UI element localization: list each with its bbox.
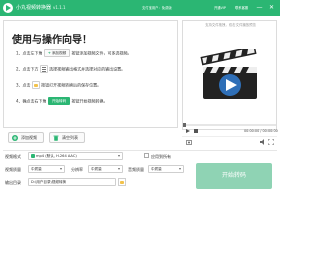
step-4-chip: 开始转码 [47, 97, 71, 105]
preview-panel[interactable]: 支持文件拖拽，双击文件播放预览 [182, 20, 277, 130]
resolution-value: 中质量 [91, 167, 102, 171]
step-1-chip: +添加视频 [43, 49, 71, 57]
format-icon [31, 154, 35, 158]
app-logo-icon [3, 3, 13, 13]
start-convert-button[interactable]: 开始转码 [196, 163, 272, 189]
step-4-lead: 4、确点击右下角 [16, 98, 47, 104]
step-1-lead: 1、点击左下角 [16, 50, 43, 56]
audio-value: 中质量 [151, 167, 162, 171]
output-path-field[interactable]: D:\用户目录\视频转换 [28, 178, 116, 186]
clapperboard-icon [200, 49, 257, 99]
step-4-desc: 按钮开始视频转换。 [71, 98, 108, 104]
contact-button[interactable]: 联系客服 [235, 5, 248, 10]
resolution-label: 分辨率 [71, 167, 83, 172]
playback-time: 00:00:00 / 00:00:00 [244, 129, 278, 133]
fullscreen-icon[interactable] [268, 139, 274, 145]
app-version: v1.1.1 [53, 5, 66, 10]
clear-list-label: 清空列表 [62, 135, 78, 140]
audio-select[interactable]: 中质量 [148, 165, 184, 173]
add-icon [12, 135, 18, 141]
add-video-button[interactable]: 添加视频 [8, 132, 44, 143]
vip-button[interactable]: 开通VIP [214, 5, 226, 10]
step-3-lead: 3、点击 [16, 82, 31, 88]
snapshot-icon[interactable] [186, 139, 192, 145]
chevron-down-icon [60, 168, 62, 170]
add-video-label: 添加视频 [21, 135, 37, 140]
app-title: 小丸视频转换器 v1.1.1 [16, 4, 66, 12]
format-menu-icon [39, 65, 48, 73]
audio-label: 音频质量 [128, 167, 144, 172]
format-value: mp4 (默认, H.264 AAC) [36, 154, 77, 158]
clear-list-button[interactable]: 清空列表 [49, 132, 85, 143]
step-1-chip-label: 添加视频 [51, 51, 67, 55]
step-2-desc: 选择视频输出格式并选择对应的输出设置。 [49, 66, 126, 72]
guide-step-1: 1、点击左下角 +添加视频 按钮添加视频文件，可多选视频。 [16, 48, 132, 57]
open-folder-button[interactable] [118, 178, 126, 186]
preview-toolbar [182, 136, 277, 146]
guide-panel: 使用与操作向导！ 1、点击左下角 +添加视频 按钮添加视频文件，可多选视频。 2… [3, 20, 178, 128]
account-info: 支付宝用户：免费版 [142, 6, 172, 10]
step-2-lead: 2、点击下方 [16, 66, 39, 72]
guide-title: 使用与操作向导！ [12, 35, 92, 46]
apply-all-label: 应用到所有 [151, 154, 171, 159]
seek-bar[interactable] [183, 123, 276, 127]
stop-icon[interactable] [194, 129, 198, 133]
play-icon[interactable] [186, 129, 190, 133]
chevron-down-icon [179, 168, 181, 170]
volume-icon[interactable] [260, 139, 266, 145]
plus-icon: + [47, 51, 51, 55]
resolution-select[interactable]: 中质量 [88, 165, 123, 173]
quality-value: 中质量 [31, 167, 42, 171]
step-1-desc: 按钮添加视频文件，可多选视频。 [71, 50, 132, 56]
seek-handle[interactable] [183, 123, 186, 127]
quality-label: 视频质量 [5, 167, 21, 172]
guide-step-3: 3、点击 按钮打开视频转换后的保存位置。 [16, 80, 101, 89]
format-label: 视频格式 [5, 154, 21, 159]
output-path-value: D:\用户目录\视频转换 [31, 180, 67, 184]
apply-all-checkbox[interactable] [144, 153, 149, 158]
folder-icon [31, 81, 40, 89]
preview-hint: 支持文件拖拽，双击文件播放预览 [205, 23, 256, 27]
guide-step-4: 4、确点击右下角 开始转码 按钮开始视频转换。 [16, 96, 107, 105]
close-button[interactable]: ✕ [267, 3, 276, 12]
minimize-button[interactable]: — [255, 3, 264, 12]
chevron-down-icon [118, 168, 120, 170]
app-title-text: 小丸视频转换器 [16, 5, 52, 11]
format-select[interactable]: mp4 (默认, H.264 AAC) [28, 152, 123, 160]
output-label: 输出目录 [5, 180, 21, 185]
step-3-desc: 按钮打开视频转换后的保存位置。 [41, 82, 102, 88]
quality-select[interactable]: 中质量 [28, 165, 65, 173]
chevron-down-icon [118, 155, 120, 157]
trash-icon [53, 135, 59, 141]
title-bar: 小丸视频转换器 v1.1.1 支付宝用户：免费版 开通VIP 联系客服 — ✕ [0, 0, 280, 16]
guide-step-2: 2、点击下方 选择视频输出格式并选择对应的输出设置。 [16, 64, 125, 73]
